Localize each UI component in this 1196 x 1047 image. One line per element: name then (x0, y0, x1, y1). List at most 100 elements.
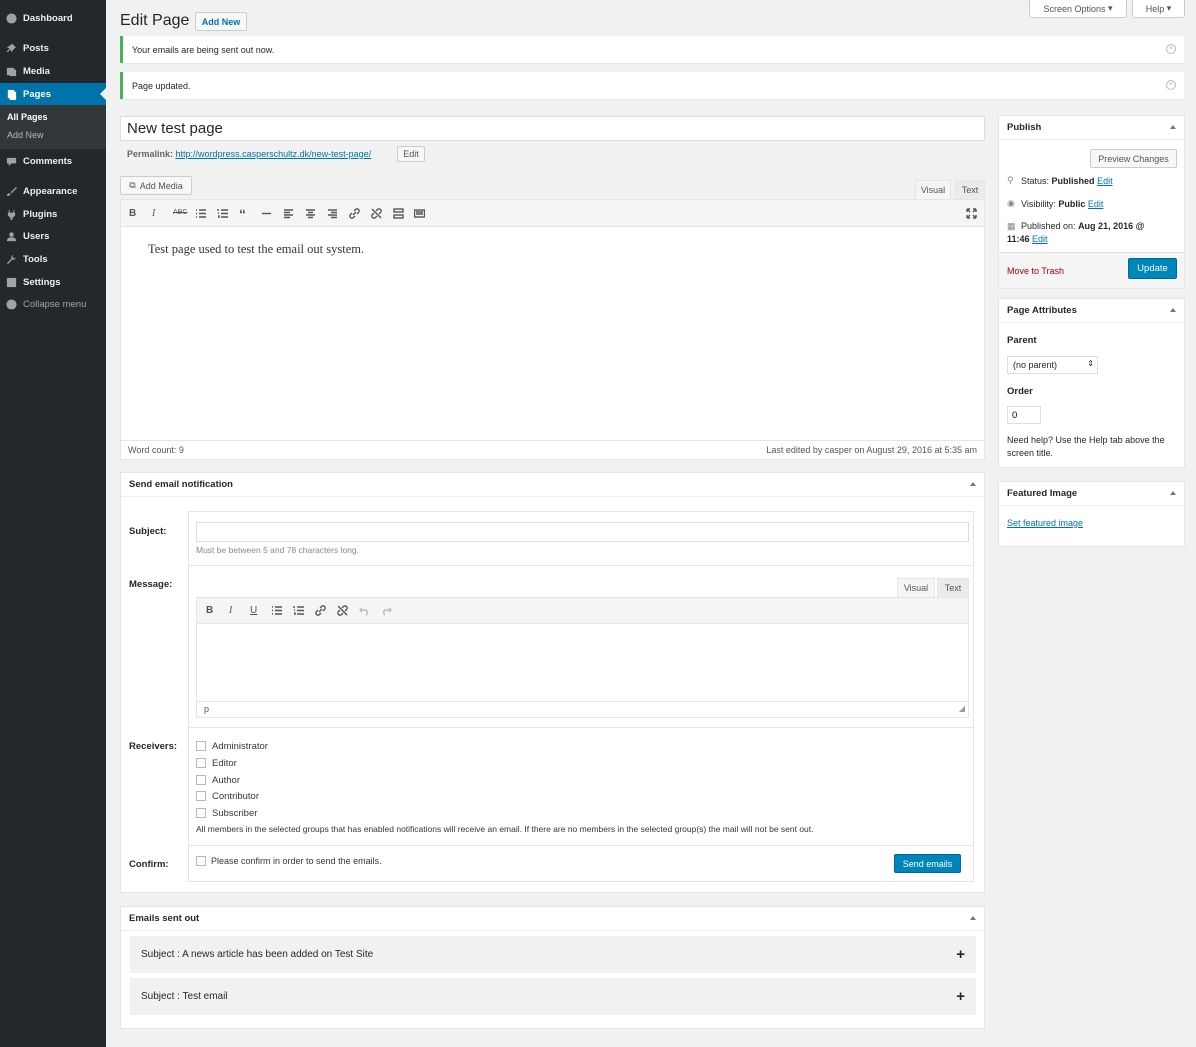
collapse-arrow-icon[interactable] (970, 482, 976, 486)
collapse-arrow-icon[interactable] (1170, 308, 1176, 312)
permalink-label: Permalink: (127, 149, 174, 159)
collapse-arrow-icon[interactable] (970, 916, 976, 920)
sidebar-item-pages[interactable]: Pages (0, 83, 106, 105)
sidebar-item-media[interactable]: Media (0, 60, 106, 82)
last-edited: Last edited by casper on August 29, 2016… (766, 445, 977, 455)
emails-sent-box-header[interactable]: Emails sent out (121, 907, 984, 931)
permalink-edit-button[interactable]: Edit (397, 146, 425, 162)
sidebar-collapse-menu[interactable]: Collapse menu (0, 293, 106, 315)
receiver-label: Administrator (212, 741, 268, 752)
tab-visual[interactable]: Visual (915, 180, 951, 199)
expand-plus-icon[interactable]: + (956, 946, 965, 963)
unlink-icon[interactable] (337, 605, 348, 616)
align-right-icon[interactable] (327, 208, 338, 219)
undo-icon[interactable] (359, 605, 370, 616)
redo-icon[interactable] (381, 605, 392, 616)
checkbox-contributor[interactable] (196, 791, 206, 801)
sidebar-item-tools[interactable]: Tools (0, 248, 106, 270)
message-tab-text[interactable]: Text (937, 578, 969, 597)
screen-options-button[interactable]: Screen Options ▾ (1029, 0, 1127, 18)
numbered-list-icon[interactable] (293, 605, 304, 616)
checkbox-subscriber[interactable] (196, 808, 206, 818)
featured-image-box-header[interactable]: Featured Image (999, 482, 1184, 506)
set-featured-image-link[interactable]: Set featured image (1007, 518, 1083, 528)
help-button[interactable]: Help ▾ (1132, 0, 1185, 18)
editor-content[interactable]: Test page used to test the email out sys… (148, 242, 364, 257)
blockquote-icon[interactable]: “ (239, 206, 246, 222)
select-arrows-icon: ⇕ (1087, 359, 1094, 368)
media-icon: ⧉ (129, 180, 136, 190)
italic-icon[interactable]: I (152, 208, 155, 219)
box-title: Page Attributes (1007, 305, 1077, 316)
bold-icon[interactable]: B (129, 208, 136, 219)
status-edit-link[interactable]: Edit (1097, 176, 1113, 186)
submenu-all-pages[interactable]: All Pages (7, 112, 48, 122)
sidebar-item-comments[interactable]: Comments (0, 150, 106, 172)
bullet-list-icon[interactable] (271, 605, 282, 616)
strikethrough-icon[interactable]: ABC (173, 209, 187, 216)
italic-icon[interactable]: I (229, 605, 232, 616)
bullet-list-icon[interactable] (195, 208, 206, 219)
link-icon[interactable] (315, 605, 326, 616)
align-left-icon[interactable] (283, 208, 294, 219)
sidebar-item-users[interactable]: Users (0, 225, 106, 247)
send-email-box-header[interactable]: Send email notification (121, 473, 984, 497)
dismiss-icon[interactable]: × (1166, 44, 1176, 54)
publish-box-header[interactable]: Publish (999, 116, 1184, 140)
preview-changes-button[interactable]: Preview Changes (1090, 149, 1177, 168)
read-more-icon[interactable] (393, 208, 404, 219)
bold-icon[interactable]: B (206, 605, 213, 616)
sidebar-item-posts[interactable]: Posts (0, 37, 106, 59)
send-email-box: Send email notification Subject: Must be… (120, 472, 985, 893)
sidebar-item-dashboard[interactable]: Dashboard (0, 7, 106, 29)
sent-email-subject: Subject : A news article has been added … (141, 949, 374, 960)
permalink-link[interactable]: http://wordpress.casperschultz.dk/new-te… (176, 149, 372, 159)
sent-email-item[interactable]: Subject : Test email + (130, 978, 976, 1015)
collapse-icon (5, 298, 17, 310)
checkbox-author[interactable] (196, 775, 206, 785)
sidebar-item-settings[interactable]: Settings (0, 271, 106, 293)
send-emails-button[interactable]: Send emails (894, 854, 961, 873)
tab-text[interactable]: Text (955, 180, 985, 199)
receiver-label: Author (212, 775, 240, 786)
collapse-arrow-icon[interactable] (1170, 491, 1176, 495)
visibility-edit-link[interactable]: Edit (1088, 199, 1104, 209)
featured-image-box: Featured Image Set featured image (998, 481, 1185, 547)
link-icon[interactable] (349, 208, 360, 219)
fullscreen-icon[interactable] (966, 208, 977, 219)
help-label: Help (1145, 3, 1165, 14)
sidebar-item-label: Users (23, 230, 50, 242)
add-new-button[interactable]: Add New (195, 12, 247, 31)
key-icon: ⚲ (1007, 175, 1014, 185)
dismiss-icon[interactable]: × (1166, 80, 1176, 90)
unlink-icon[interactable] (371, 208, 382, 219)
parent-select[interactable]: (no parent) ⇕ (1007, 356, 1098, 374)
message-tab-visual[interactable]: Visual (897, 578, 935, 597)
numbered-list-icon[interactable] (217, 208, 228, 219)
sent-email-item[interactable]: Subject : A news article has been added … (130, 936, 976, 973)
checkbox-administrator[interactable] (196, 741, 206, 751)
add-media-button[interactable]: ⧉ Add Media (120, 176, 192, 195)
title-input[interactable] (120, 116, 985, 141)
submenu-add-new[interactable]: Add New (7, 130, 44, 140)
sidebar-item-plugins[interactable]: Plugins (0, 203, 106, 225)
box-title: Featured Image (1007, 488, 1078, 499)
horizontal-line-icon[interactable] (261, 208, 272, 219)
published-edit-link[interactable]: Edit (1032, 234, 1048, 244)
align-center-icon[interactable] (305, 208, 316, 219)
sidebar-item-appearance[interactable]: Appearance (0, 180, 106, 202)
checkbox-confirm[interactable] (196, 856, 206, 866)
editor-status-bar: Word count: 9 Last edited by casper on A… (121, 440, 984, 459)
collapse-arrow-icon[interactable] (1170, 125, 1176, 129)
status-label: Status: (1021, 175, 1050, 186)
expand-plus-icon[interactable]: + (956, 988, 965, 1005)
checkbox-editor[interactable] (196, 758, 206, 768)
underline-icon[interactable]: U (250, 605, 257, 616)
order-input[interactable] (1007, 406, 1041, 424)
subject-input[interactable] (196, 522, 969, 542)
update-button[interactable]: Update (1128, 258, 1177, 279)
move-to-trash-link[interactable]: Move to Trash (1007, 266, 1064, 276)
resize-handle-icon[interactable]: ◢ (959, 704, 965, 713)
toolbar-toggle-icon[interactable] (414, 208, 425, 219)
page-attributes-box-header[interactable]: Page Attributes (999, 299, 1184, 323)
